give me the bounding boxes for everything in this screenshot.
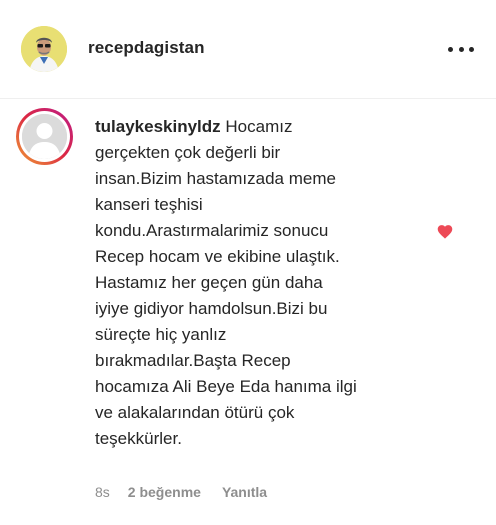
comment-meta: 8s 2 beğenme Yanıtla [95, 484, 267, 500]
comment-likes-count[interactable]: 2 beğenme [128, 484, 201, 500]
default-avatar-icon [22, 114, 67, 159]
comment-text: tulaykeskinyldz Hocamız gerçekten çok de… [95, 114, 415, 452]
heart-icon[interactable] [436, 223, 454, 239]
comment-timestamp: 8s [95, 484, 110, 500]
more-options-button[interactable] [448, 42, 474, 56]
more-options-icon [448, 46, 453, 52]
profile-photo-icon [21, 26, 67, 72]
comment-author[interactable]: tulaykeskinyldz [95, 117, 221, 136]
header-username[interactable]: recepdagistan [88, 38, 205, 58]
comment-author-avatar[interactable] [16, 108, 73, 165]
comment-item: tulaykeskinyldz Hocamız gerçekten çok de… [0, 99, 496, 525]
reply-button[interactable]: Yanıtla [222, 484, 267, 500]
profile-avatar[interactable] [21, 26, 67, 72]
post-header: recepdagistan [0, 0, 496, 99]
comment-body: Hocamız gerçekten çok değerli bir insan.… [95, 117, 357, 448]
